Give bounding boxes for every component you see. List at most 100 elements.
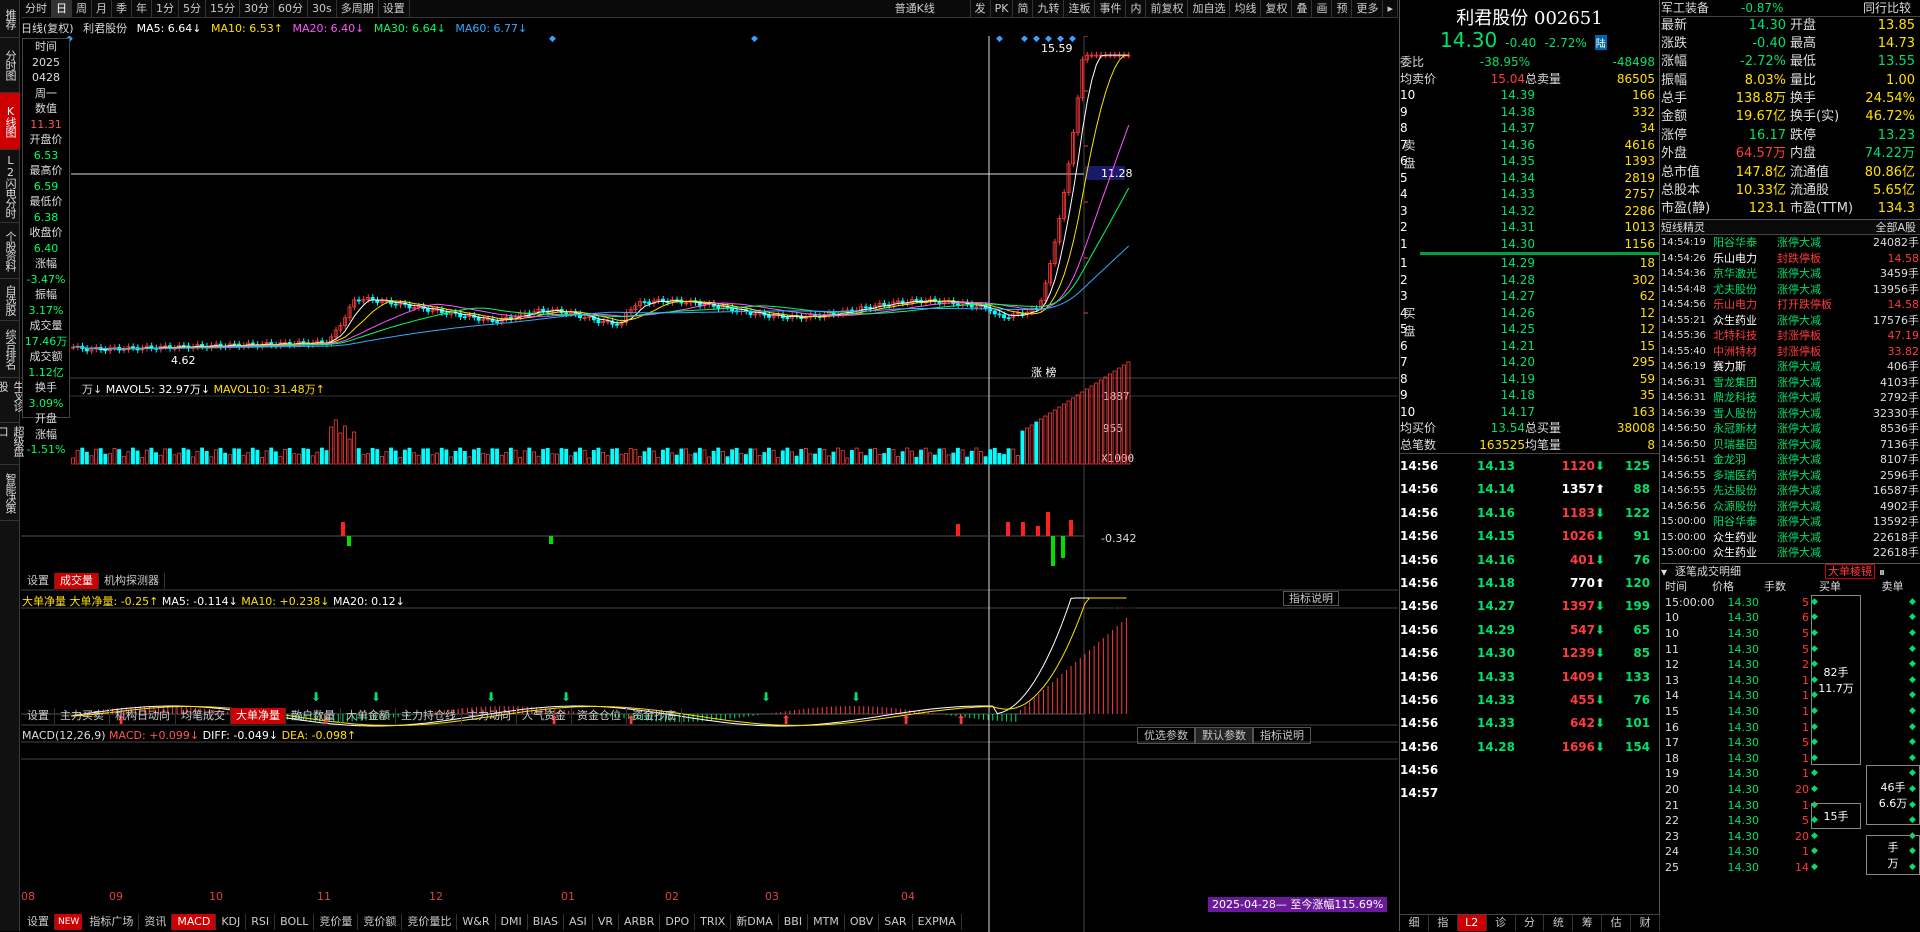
big-order-prism-button[interactable]: 大单棱镜 [1825, 563, 1875, 580]
toolbar-button-14[interactable]: 更多 [1352, 0, 1384, 18]
elf-row[interactable]: 14:54:36 京华激光 涨停大减 3459手 [1661, 266, 1920, 282]
bottomtabs-item[interactable]: BBI [779, 914, 809, 930]
period-tab-9[interactable]: 30分 [240, 0, 274, 18]
quote-tab[interactable]: 细 [1400, 915, 1429, 931]
elf-row[interactable]: 14:54:26 乐山电力 封跌停板 14.58 [1661, 251, 1920, 267]
toolbar-button-1[interactable]: PK [991, 0, 1014, 18]
toolbar-button-12[interactable]: 画 [1312, 0, 1333, 18]
elf-row[interactable]: 15:00:00 阳谷华泰 涨停大减 13592手 [1661, 514, 1920, 530]
left-tab-5[interactable]: 自选股 [0, 279, 20, 321]
bottomtabs-item[interactable]: KDJ [216, 914, 247, 930]
elf-row[interactable]: 14:55:21 众生药业 涨停大减 17576手 [1661, 313, 1920, 329]
period-tab-10[interactable]: 60分 [274, 0, 308, 18]
elf-row[interactable]: 14:56:19 赛力斯 涨停大减 406手 [1661, 359, 1920, 375]
quote-tab[interactable]: 估 [1602, 915, 1632, 931]
voltabs-item[interactable]: 成交量 [55, 573, 99, 589]
elf-row[interactable]: 14:56:39 雪人股份 涨停大减 32330手 [1661, 406, 1920, 422]
bottomtabs-item[interactable]: 新DMA [731, 914, 779, 930]
left-tab-9[interactable]: 智能决策 [0, 465, 20, 521]
left-tab-2[interactable]: K线图 [0, 93, 20, 150]
toolbar-button-11[interactable]: 叠 [1292, 0, 1313, 18]
fundtabs-item[interactable]: 设置 [22, 708, 55, 724]
quote-tab[interactable]: 财 [1631, 915, 1661, 931]
elf-row[interactable]: 14:56:31 鼎龙科技 涨停大减 2792手 [1661, 390, 1920, 406]
toolbar-button-2[interactable]: 简 [1013, 0, 1034, 18]
toolbar-button-6[interactable]: 内 [1126, 0, 1147, 18]
elf-row[interactable]: 14:54:19 阳谷华泰 涨停大减 24082手 [1661, 235, 1920, 251]
peer-compare-link[interactable]: 同行比较 [1811, 0, 1911, 16]
quote-tab[interactable]: 统 [1544, 915, 1574, 931]
bottomtabs-item[interactable]: DPO [660, 914, 696, 930]
fundtabs-item[interactable]: 大单金额 [341, 708, 396, 724]
left-tab-0[interactable]: 推荐 [0, 0, 20, 38]
bottomtabs-item[interactable]: MACD [172, 914, 217, 930]
bottomtabs-item[interactable]: DMI [496, 914, 528, 930]
fundtabs-item[interactable]: 主力持仓线 [396, 708, 462, 724]
elf-row[interactable]: 15:00:00 众生药业 涨停大减 22618手 [1661, 530, 1920, 546]
elf-row[interactable]: 14:55:40 中洲特材 封涨停板 33.82 [1661, 344, 1920, 360]
toolbar-button-13[interactable]: 预 [1332, 0, 1353, 18]
kline-type-select[interactable]: 普通K线 [891, 0, 971, 18]
bottomtabs-item[interactable]: MTM [808, 914, 845, 930]
elf-row[interactable]: 14:56:56 众源股份 涨停大减 4902手 [1661, 499, 1920, 515]
fundtabs-item[interactable]: 主力动向 [462, 708, 517, 724]
bottomtabs-item[interactable]: 竞价额 [358, 914, 403, 930]
elf-row[interactable]: 14:56:50 永冠新材 涨停大减 8536手 [1661, 421, 1920, 437]
bottomtabs-item[interactable]: BIAS [528, 914, 565, 930]
period-tab-5[interactable]: 年 [132, 0, 152, 18]
toolbar-button-10[interactable]: 复权 [1261, 0, 1293, 18]
toolbar-button-8[interactable]: 加自选 [1188, 0, 1231, 18]
fundtabs-item[interactable]: 主力买卖 [55, 708, 110, 724]
toolbar-button-9[interactable]: 均线 [1230, 0, 1262, 18]
period-tab-4[interactable]: 季 [112, 0, 132, 18]
elf-row[interactable]: 14:54:56 乐山电力 打开跌停板 14.58 [1661, 297, 1920, 313]
period-tab-8[interactable]: 15分 [206, 0, 240, 18]
period-tab-1[interactable]: 日 [52, 0, 72, 18]
bottomtabs-item[interactable]: BOLL [275, 914, 315, 930]
left-tab-6[interactable]: 综合排名 [0, 321, 20, 378]
multi-period-button[interactable]: 多周期 [337, 0, 379, 18]
event-marker-icon[interactable]: ◆ [1057, 36, 1064, 44]
bottomtabs-item[interactable]: OBV [845, 914, 880, 930]
toolbar-button-4[interactable]: 连板 [1064, 0, 1096, 18]
bottomtabs-item[interactable]: 设置 [22, 914, 55, 930]
period-tab-0[interactable]: 分时 [21, 0, 52, 18]
quote-tab[interactable]: 分 [1516, 915, 1545, 931]
period-tab-7[interactable]: 5分 [179, 0, 206, 18]
bottomtabs-item[interactable]: TRIX [695, 914, 732, 930]
left-tab-7[interactable]: 牛叉诊股 [0, 378, 25, 423]
sector-name[interactable]: 军工装备 [1661, 0, 1741, 16]
period-tab-11[interactable]: 30s [308, 0, 337, 18]
fundtabs-item[interactable]: 散户数量 [286, 708, 341, 724]
elf-row[interactable]: 14:56:50 贝瑞基因 涨停大减 7136手 [1661, 437, 1920, 453]
bottomtabs-item[interactable]: RSI [246, 914, 276, 930]
bottomtabs-item[interactable]: ASI [564, 914, 593, 930]
fundtabs-item[interactable]: 机构日动向 [110, 708, 176, 724]
settings-button[interactable]: 设置 [379, 0, 410, 18]
bottomtabs-item[interactable]: NEW [55, 914, 83, 930]
left-tab-8[interactable]: 超级盘口 [0, 423, 25, 465]
left-tab-4[interactable]: 个股资料 [0, 223, 20, 279]
macd-help-button[interactable]: 指标说明 [1253, 727, 1311, 744]
quote-tab[interactable]: 诊 [1487, 915, 1516, 931]
left-tab-3[interactable]: L2闪电分时 [0, 150, 20, 223]
bottomtabs-item[interactable]: 竞价量 [314, 914, 359, 930]
bottomtabs-item[interactable]: EXPMA [913, 914, 962, 930]
elf-row[interactable]: 14:56:31 雪龙集团 涨停大减 4103手 [1661, 375, 1920, 391]
fundtabs-item[interactable]: 人气资金 [517, 708, 572, 724]
bottomtabs-item[interactable]: 指标广场 [84, 914, 140, 930]
elf-row[interactable]: 14:56:51 金龙羽 涨停大减 8107手 [1661, 452, 1920, 468]
period-tab-6[interactable]: 1分 [152, 0, 179, 18]
play-icon[interactable]: ▸ [1383, 0, 1398, 18]
bottomtabs-item[interactable]: 资讯 [139, 914, 173, 930]
elf-row[interactable]: 15:00:00 众生药业 涨停大减 22618手 [1661, 545, 1920, 561]
left-tab-1[interactable]: 分时图 [0, 38, 20, 93]
voltabs-item[interactable]: 设置 [22, 573, 55, 589]
fundtabs-item[interactable]: 资金抄底 [627, 708, 682, 724]
elf-row[interactable]: 14:55:36 北特科技 封涨停板 47.19 [1661, 328, 1920, 344]
elf-scope-select[interactable]: 全部A股 [1811, 220, 1916, 235]
fundtabs-item[interactable]: 资金仓位 [572, 708, 627, 724]
voltabs-item[interactable]: 机构探测器 [99, 573, 165, 589]
toolbar-button-3[interactable]: 九转 [1033, 0, 1065, 18]
elf-row[interactable]: 14:54:48 尤夫股份 涨停大减 13956手 [1661, 282, 1920, 298]
